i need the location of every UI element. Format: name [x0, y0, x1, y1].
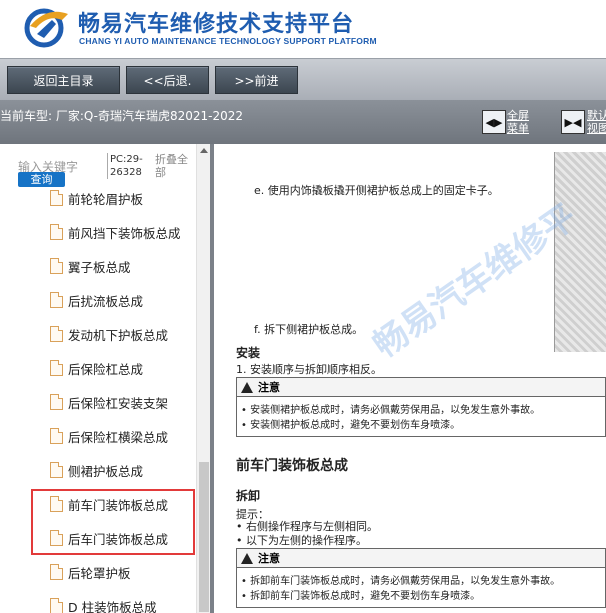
- tree-item[interactable]: 前风挡下装饰板总成: [0, 215, 196, 249]
- fold-all-line2: 部: [155, 166, 166, 179]
- tree-item-label: 前风挡下装饰板总成: [68, 226, 181, 241]
- fullscreen-label-line2: 菜单: [507, 122, 529, 135]
- tree-item[interactable]: 侧裙护板总成: [0, 453, 196, 487]
- fullscreen-menu-link[interactable]: 全屏 菜单: [507, 109, 529, 135]
- fullscreen-label-line1: 全屏: [507, 109, 529, 122]
- tree-item[interactable]: 后保险杠横梁总成: [0, 419, 196, 453]
- warning-icon: [241, 552, 253, 564]
- fold-all-link[interactable]: 折叠全 部: [155, 153, 188, 179]
- document-icon: [50, 564, 63, 580]
- warning-icon: [241, 381, 253, 393]
- note-header: 注意: [237, 549, 605, 568]
- document-icon: [50, 462, 63, 478]
- home-button[interactable]: 返回主目录: [7, 66, 120, 94]
- tree-item-label: 发动机下护板总成: [68, 328, 169, 343]
- forward-button[interactable]: >>前进: [215, 66, 298, 94]
- note-box-remove: 注意 • 拆卸前车门装饰板总成时，请务必佩戴劳保用品，以免发生意外事故。 • 拆…: [236, 548, 606, 608]
- default-label-line2: 视图: [587, 122, 606, 135]
- sidebar: 输入关键字 查询 PC:29- 26328 折叠全 部 前轮轮眉护板 前风挡下装…: [0, 144, 210, 613]
- tree-item-label: 后保险杠横梁总成: [68, 430, 169, 445]
- document-icon: [50, 258, 63, 274]
- vehicle-bar: 当前车型: 厂家:Q-奇瑞汽车瑞虎82021-2022 ◀▶ 全屏 菜单 ▶◀ …: [0, 100, 606, 144]
- app-subtitle: CHANG YI AUTO MAINTENANCE TECHNOLOGY SUP…: [79, 36, 377, 46]
- app-header: 畅易汽车维修技术支持平台 CHANG YI AUTO MAINTENANCE T…: [0, 0, 606, 58]
- default-view-link[interactable]: 默认 视图: [587, 109, 606, 135]
- section-title: 前车门装饰板总成: [236, 458, 348, 474]
- note-line: • 拆卸前车门装饰板总成时，请务必佩戴劳保用品，以免发生意外事故。: [241, 576, 561, 587]
- document-icon: [50, 394, 63, 410]
- default-view-icon[interactable]: ▶◀: [561, 110, 585, 134]
- document-icon: [50, 326, 63, 342]
- hint-line: • 以下为左侧的操作程序。: [236, 534, 367, 547]
- note-body: • 安装侧裙护板总成时，请务必佩戴劳保用品，以免发生意外事故。 • 安装侧裙护板…: [237, 397, 605, 436]
- step-f-text: f. 拆下侧裙护板总成。: [254, 323, 364, 336]
- pc-code-line1: PC:29-: [110, 154, 143, 165]
- current-vehicle-text: 当前车型: 厂家:Q-奇瑞汽车瑞虎82021-2022: [0, 109, 244, 123]
- note-label: 注意: [258, 381, 280, 394]
- document-icon: [50, 292, 63, 308]
- note-line: • 安装侧裙护板总成时，请务必佩戴劳保用品，以免发生意外事故。: [241, 405, 541, 416]
- note-line: • 安装侧裙护板总成时，避免不要划伤车身喷漆。: [241, 420, 461, 431]
- note-header: 注意: [237, 378, 605, 397]
- tree-item[interactable]: 发动机下护板总成: [0, 317, 196, 351]
- tree-item-label: 后保险杠安装支架: [68, 396, 169, 411]
- tree-item-label: 后轮罩护板: [68, 566, 131, 581]
- document-icon: [50, 190, 63, 206]
- step-e-text: e. 使用内饰撬板撬开侧裙护板总成上的固定卡子。: [254, 184, 499, 197]
- fold-all-line1: 折叠全: [155, 153, 188, 166]
- back-button[interactable]: <<后退.: [126, 66, 209, 94]
- tree-item-label: 后保险杠总成: [68, 362, 144, 377]
- cy-logo-icon: [24, 8, 68, 48]
- document-icon: [50, 428, 63, 444]
- document-icon: [50, 598, 63, 613]
- install-heading: 安装: [236, 346, 261, 360]
- tree-item[interactable]: 后扰流板总成: [0, 283, 196, 317]
- fullscreen-icon[interactable]: ◀▶: [482, 110, 506, 134]
- default-label-line1: 默认: [587, 109, 606, 122]
- tree-item-label: 侧裙护板总成: [68, 464, 144, 479]
- tree-item-label: 翼子板总成: [68, 260, 131, 275]
- remove-heading: 拆卸: [236, 489, 261, 503]
- highlight-box: [31, 489, 195, 555]
- note-label: 注意: [258, 552, 280, 565]
- pc-code-line2: 26328: [110, 167, 142, 178]
- content-pane: 畅易汽车维修平 e. 使用内饰撬板撬开侧裙护板总成上的固定卡子。 f. 拆下侧裙…: [214, 144, 606, 613]
- diagram-image: [554, 152, 606, 352]
- tree-item-label: D 柱装饰板总成: [68, 600, 157, 613]
- tree-item-label: 前轮轮眉护板: [68, 192, 144, 207]
- nav-toolbar: 返回主目录 <<后退. >>前进: [0, 58, 606, 100]
- tree-item[interactable]: D 柱装饰板总成: [0, 589, 196, 613]
- document-icon: [50, 224, 63, 240]
- note-body: • 拆卸前车门装饰板总成时，请务必佩戴劳保用品，以免发生意外事故。 • 拆卸前车…: [237, 568, 605, 607]
- tree-item[interactable]: 翼子板总成: [0, 249, 196, 283]
- document-icon: [50, 360, 63, 376]
- scroll-up-icon[interactable]: [200, 148, 208, 153]
- tree-item[interactable]: 前轮轮眉护板: [0, 181, 196, 215]
- install-step-text: 1. 安装顺序与拆卸顺序相反。: [236, 363, 382, 376]
- tree-item-label: 后扰流板总成: [68, 294, 144, 309]
- sidebar-scrollbar[interactable]: [196, 144, 210, 613]
- pc-code: PC:29- 26328: [107, 153, 143, 179]
- scrollbar-thumb[interactable]: [199, 462, 209, 612]
- tree-item[interactable]: 后轮罩护板: [0, 555, 196, 589]
- note-box-install: 注意 • 安装侧裙护板总成时，请务必佩戴劳保用品，以免发生意外事故。 • 安装侧…: [236, 377, 606, 437]
- app-title: 畅易汽车维修技术支持平台: [78, 12, 355, 37]
- note-line: • 拆卸前车门装饰板总成时，避免不要划伤车身喷漆。: [241, 591, 481, 602]
- tree-item[interactable]: 后保险杠总成: [0, 351, 196, 385]
- watermark: 畅易汽车维修平: [366, 196, 584, 367]
- tree-item[interactable]: 后保险杠安装支架: [0, 385, 196, 419]
